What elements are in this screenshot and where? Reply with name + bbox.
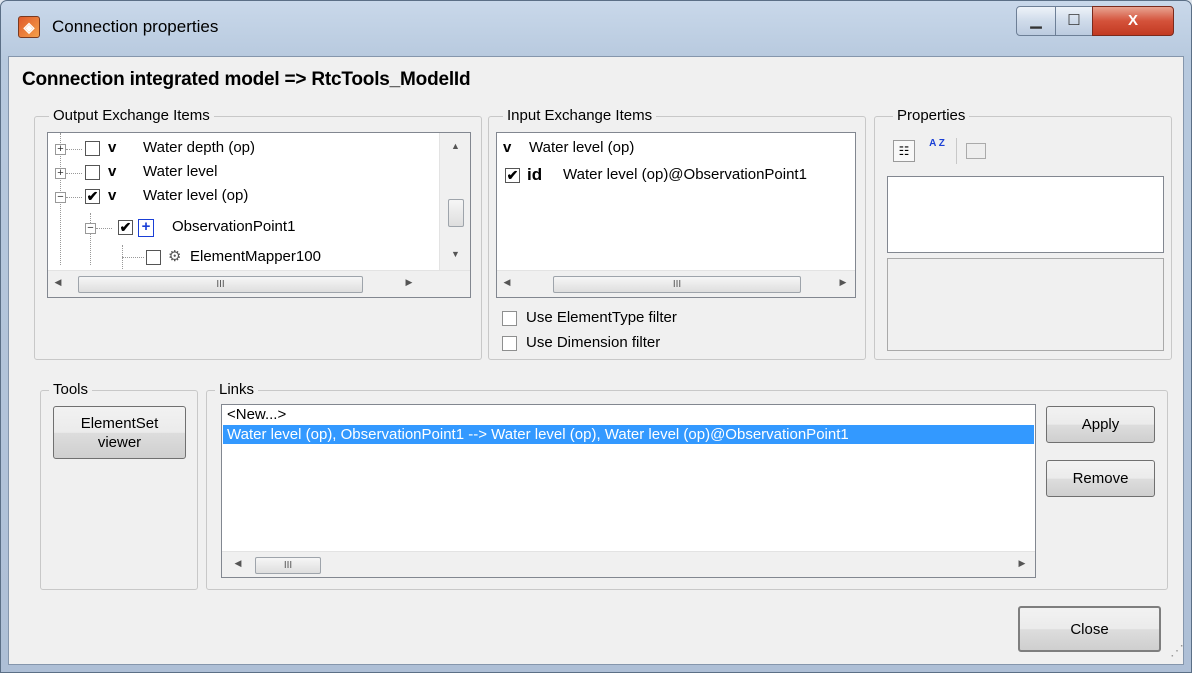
tree-item-element-mapper[interactable]: ElementMapper100	[190, 245, 321, 269]
property-pages-icon[interactable]	[966, 143, 986, 159]
links-horizontal-scrollbar[interactable]: ◀ III ▶	[222, 551, 1035, 577]
window-title: Connection properties	[52, 17, 219, 36]
use-element-type-filter-checkbox[interactable]	[502, 311, 517, 326]
id-badge: id	[527, 165, 543, 184]
input-item-water-level-op[interactable]: Water level (op)	[529, 136, 634, 160]
element-set-viewer-label-1: ElementSet	[80, 415, 159, 432]
property-description-pane	[887, 258, 1164, 351]
output-tree-horizontal-scrollbar[interactable]: ◀ III ▶	[48, 270, 470, 297]
scroll-down-icon[interactable]: ▼	[440, 249, 470, 259]
close-window-button[interactable]: X	[1092, 6, 1174, 36]
vertical-scroll-thumb[interactable]	[448, 199, 464, 227]
checkbox-element-mapper[interactable]	[146, 250, 161, 265]
resize-grip-icon[interactable]: ⋰	[1164, 640, 1184, 660]
expand-water-level-icon[interactable]: +	[55, 168, 66, 179]
horizontal-scroll-thumb[interactable]: III	[78, 276, 363, 293]
minimize-button[interactable]: ▁	[1016, 6, 1056, 36]
horizontal-scroll-thumb[interactable]: III	[553, 276, 801, 293]
links-legend: Links	[215, 381, 259, 399]
input-item-water-level-at-observation-point[interactable]: Water level (op)@ObservationPoint1	[563, 163, 807, 187]
link-item-selected[interactable]: Water level (op), ObservationPoint1 --> …	[223, 425, 1034, 444]
use-element-type-filter-label[interactable]: Use ElementType filter	[526, 306, 677, 330]
scroll-up-icon[interactable]: ▲	[440, 141, 470, 151]
output-tree-vertical-scrollbar[interactable]: ▲ ▼	[439, 133, 470, 270]
use-dimension-filter-label[interactable]: Use Dimension filter	[526, 331, 660, 355]
input-items-list[interactable]: v Water level (op) ✔ id Water level (op)…	[496, 132, 856, 298]
expand-water-depth-icon[interactable]: +	[55, 144, 66, 155]
collapse-observation-point-icon[interactable]: −	[85, 223, 96, 234]
scroll-right-icon[interactable]: ▶	[837, 277, 849, 288]
tree-item-water-level[interactable]: Water level	[143, 160, 217, 184]
sort-alphabetical-icon[interactable]: A Z	[922, 138, 952, 164]
element-set-viewer-button[interactable]: ElementSet viewer	[53, 406, 186, 459]
remove-button[interactable]: Remove	[1046, 460, 1155, 497]
tree-item-observation-point[interactable]: ObservationPoint1	[172, 215, 295, 239]
maximize-button[interactable]: ☐	[1055, 6, 1093, 36]
app-icon: ◈	[18, 16, 40, 38]
use-dimension-filter-checkbox[interactable]	[502, 336, 517, 351]
checkbox-water-level[interactable]	[85, 165, 100, 180]
categorized-view-icon[interactable]: ☷	[893, 140, 915, 162]
value-type-badge: v	[503, 139, 512, 156]
properties-legend: Properties	[893, 107, 970, 125]
tree-item-water-level-op[interactable]: Water level (op)	[143, 184, 248, 208]
property-grid[interactable]	[887, 176, 1164, 253]
connection-heading: Connection integrated model => RtcTools_…	[22, 69, 471, 90]
element-mapper-icon: ⚙	[168, 248, 182, 265]
input-list-horizontal-scrollbar[interactable]: ◀ III ▶	[497, 270, 855, 297]
checkbox-observation-point[interactable]: ✔	[118, 220, 133, 235]
tree-item-water-depth[interactable]: Water depth (op)	[143, 136, 255, 160]
tools-legend: Tools	[49, 381, 93, 399]
checkbox-water-level-op[interactable]: ✔	[85, 189, 100, 204]
close-button[interactable]: Close	[1018, 606, 1161, 652]
element-set-icon: +	[138, 219, 154, 237]
links-list[interactable]: <New...> Water level (op), ObservationPo…	[221, 404, 1036, 578]
checkbox-water-depth[interactable]	[85, 141, 100, 156]
input-exchange-items-legend: Input Exchange Items	[503, 107, 657, 125]
scroll-left-icon[interactable]: ◀	[232, 558, 244, 569]
link-item-new[interactable]: <New...>	[227, 406, 286, 424]
scroll-left-icon[interactable]: ◀	[501, 277, 513, 288]
horizontal-scroll-thumb[interactable]: III	[255, 557, 321, 574]
output-items-tree[interactable]: + v Water depth (op) + v Water level − ✔…	[47, 132, 471, 298]
scroll-right-icon[interactable]: ▶	[1016, 558, 1028, 569]
element-set-viewer-label-2: viewer	[97, 434, 142, 451]
scroll-left-icon[interactable]: ◀	[52, 277, 64, 288]
value-type-badge: v	[108, 163, 117, 180]
value-type-badge: v	[108, 187, 117, 204]
output-exchange-items-legend: Output Exchange Items	[49, 107, 214, 125]
toolbar-separator	[956, 138, 957, 164]
value-type-badge: v	[108, 139, 117, 156]
checkbox-input-observation-point[interactable]: ✔	[505, 168, 520, 183]
apply-button[interactable]: Apply	[1046, 406, 1155, 443]
collapse-water-level-op-icon[interactable]: −	[55, 192, 66, 203]
scroll-right-icon[interactable]: ▶	[403, 277, 415, 288]
